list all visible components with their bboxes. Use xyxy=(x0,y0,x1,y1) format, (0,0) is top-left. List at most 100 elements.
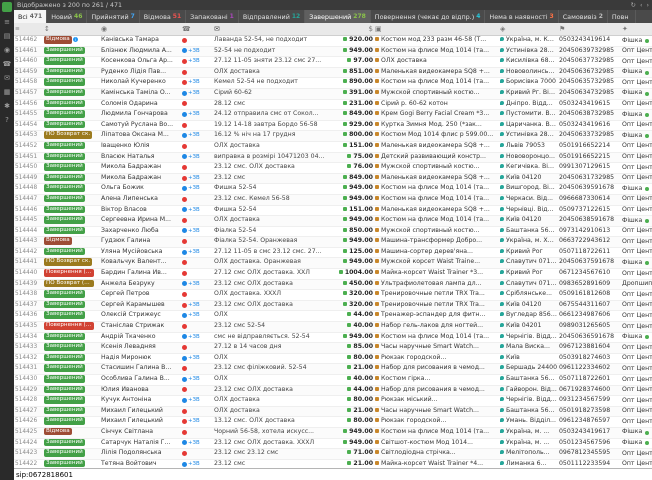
status-cell[interactable]: Завершений xyxy=(43,142,100,152)
status-cell[interactable]: Завершений xyxy=(43,364,100,374)
status-cell[interactable]: Завершений xyxy=(43,354,100,364)
table-row[interactable]: 514434 Завершений Андрій Ткаченко +ЗВ см… xyxy=(14,333,652,344)
call-cell[interactable] xyxy=(181,364,213,374)
table-row[interactable]: 514424 Завершений Сатарчук Наталія Г... … xyxy=(14,439,652,450)
customer-name[interactable]: Микола Бадражан xyxy=(100,163,181,173)
tracking-number[interactable]: 20450639732985 xyxy=(558,47,621,57)
status-tab[interactable]: Всі 471 xyxy=(14,10,47,23)
tracking-number[interactable]: 20450637591678 xyxy=(558,258,621,268)
customer-name[interactable]: Тетяна Войтович xyxy=(100,460,181,468)
messenger-icon[interactable] xyxy=(645,219,649,223)
app-logo[interactable] xyxy=(2,2,12,12)
status-cell[interactable]: Завершений xyxy=(43,439,100,449)
customer-name[interactable]: Іващенко Юлія xyxy=(100,142,181,152)
call-cell[interactable] xyxy=(181,100,213,110)
status-tab[interactable]: Запаковані 1 xyxy=(186,10,239,23)
tracking-number[interactable]: 20450636732985 xyxy=(558,68,621,78)
customer-name[interactable]: Захарченко Люба xyxy=(100,227,181,237)
status-cell[interactable]: Завершений xyxy=(43,290,100,300)
call-cell[interactable]: +ЗВ xyxy=(181,375,213,385)
call-cell[interactable]: +ЗВ xyxy=(181,89,213,99)
call-cell[interactable]: +ЗВ xyxy=(181,417,213,427)
messenger-icon[interactable] xyxy=(645,261,649,265)
table-row[interactable]: 514447 Завершений Алена Липенська 23.12 … xyxy=(14,195,652,206)
customer-name[interactable]: Особлива Галина В... xyxy=(100,375,181,385)
customer-name[interactable]: Лілія Подолянська xyxy=(100,449,181,459)
status-tab[interactable]: Завершений 278 xyxy=(305,10,371,23)
status-cell[interactable]: Завершений xyxy=(43,100,100,110)
customer-name[interactable]: Станіслав Стрижак xyxy=(100,322,181,332)
status-cell[interactable]: Відмова xyxy=(43,428,100,438)
customer-name[interactable]: Уляна Мусійовська xyxy=(100,248,181,258)
tracking-number[interactable]: 0501916652215 xyxy=(558,153,621,163)
tracking-number[interactable]: 20450635732985 xyxy=(558,78,621,88)
status-cell[interactable]: Завершений xyxy=(43,163,100,173)
status-cell[interactable]: Завершений xyxy=(43,248,100,258)
status-cell[interactable]: Завершений xyxy=(43,311,100,321)
call-cell[interactable]: +ЗВ xyxy=(181,460,213,468)
customer-name[interactable]: Олексій Стрижеус xyxy=(100,311,181,321)
call-cell[interactable]: +ЗВ xyxy=(181,131,213,141)
table-row[interactable]: 514431 Завершений Стасишин Галина В... 2… xyxy=(14,364,652,375)
table-row[interactable]: 514439 ПО Возврат (з... Анжела Безруку +… xyxy=(14,280,652,291)
tracking-number[interactable]: 0983652891609 xyxy=(558,280,621,290)
call-cell[interactable] xyxy=(181,407,213,417)
customer-name[interactable]: Віктор Власов xyxy=(100,206,181,216)
status-cell[interactable]: Відмова xyxy=(43,237,100,247)
customer-name[interactable]: Блізнюк Людмила А... xyxy=(100,47,181,57)
status-cell[interactable]: Завершений xyxy=(43,396,100,406)
tracking-number[interactable]: 0503918274603 xyxy=(558,354,621,364)
call-cell[interactable]: +ЗВ xyxy=(181,78,213,88)
status-cell[interactable]: Завершений xyxy=(43,343,100,353)
customer-name[interactable]: Микола Бадражан xyxy=(100,174,181,184)
call-cell[interactable]: +ЗВ xyxy=(181,110,213,120)
messenger-icon[interactable] xyxy=(645,134,649,138)
tracking-number[interactable]: 20450639591678 xyxy=(558,184,621,194)
call-cell[interactable]: +ЗВ xyxy=(181,57,213,67)
messenger-icon[interactable] xyxy=(645,92,649,96)
status-cell[interactable]: Завершений xyxy=(43,121,100,131)
table-row[interactable]: 514455 Завершений Людмила Гончарова +ЗВ … xyxy=(14,110,652,121)
call-cell[interactable] xyxy=(181,142,213,152)
customer-name[interactable]: Николай Кучеренко xyxy=(100,78,181,88)
table-row[interactable]: 514452 Завершений Іващенко Юлія ОЛХ дост… xyxy=(14,142,652,153)
customer-name[interactable]: Алена Липенська xyxy=(100,195,181,205)
table-row[interactable]: 514441 ПО Возврат ск. Ковальчук Валент..… xyxy=(14,258,652,269)
status-cell[interactable]: Повернення (з... xyxy=(43,269,100,279)
contacts-icon[interactable]: ◉ xyxy=(4,47,10,54)
status-tab[interactable]: Повн xyxy=(608,10,636,23)
call-cell[interactable] xyxy=(181,121,213,131)
table-row[interactable]: 514445 Завершений Сергеевна Ирина М... О… xyxy=(14,216,652,227)
status-tab[interactable]: Відмова 51 xyxy=(140,10,186,23)
tracking-number[interactable]: 0931234567599 xyxy=(558,396,621,406)
col-total-icon[interactable]: $ xyxy=(327,23,374,35)
call-cell[interactable]: +ЗВ xyxy=(181,248,213,258)
customer-name[interactable]: Соломія Одарина xyxy=(100,100,181,110)
customer-name[interactable]: Сергей Петров xyxy=(100,290,181,300)
status-cell[interactable]: Завершений xyxy=(43,89,100,99)
tracking-number[interactable]: 0961234876597 xyxy=(558,417,621,427)
tracking-number[interactable]: 0671234567610 xyxy=(558,269,621,279)
call-cell[interactable]: +ЗВ xyxy=(181,333,213,343)
table-row[interactable]: 514436 Завершений Олексій Стрижеус +ЗВ О… xyxy=(14,311,652,322)
tracking-number[interactable]: 0663722943612 xyxy=(558,237,621,247)
customer-name[interactable]: Власюк Наталья xyxy=(100,153,181,163)
tracking-number[interactable]: 0509737122615 xyxy=(558,206,621,216)
customer-name[interactable]: Андрій Ткаченко xyxy=(100,333,181,343)
customer-name[interactable]: Кучук Антоніна xyxy=(100,396,181,406)
status-cell[interactable]: ПО Возврат ск. xyxy=(43,258,100,268)
customer-name[interactable]: Михаил Гилецький xyxy=(100,417,181,427)
customer-name[interactable]: Канівська Тамара xyxy=(100,36,181,46)
table-row[interactable]: 514435 Повернення (з... Станіслав Стрижа… xyxy=(14,322,652,333)
tracking-number[interactable]: 0501918273598 xyxy=(558,407,621,417)
tracking-number[interactable]: 0507118722601 xyxy=(558,375,621,385)
status-cell[interactable]: ПО Возврат ск. xyxy=(43,131,100,141)
call-cell[interactable]: +ЗВ xyxy=(181,396,213,406)
call-cell[interactable] xyxy=(181,386,213,396)
status-cell[interactable]: Завершений xyxy=(43,68,100,78)
status-cell[interactable]: Завершений xyxy=(43,407,100,417)
table-row[interactable]: 514457 Завершений Камінська Таміла О... … xyxy=(14,89,652,100)
status-cell[interactable]: Завершений xyxy=(43,184,100,194)
messenger-icon[interactable] xyxy=(645,71,649,75)
status-tab[interactable]: Новий 46 xyxy=(47,10,87,23)
